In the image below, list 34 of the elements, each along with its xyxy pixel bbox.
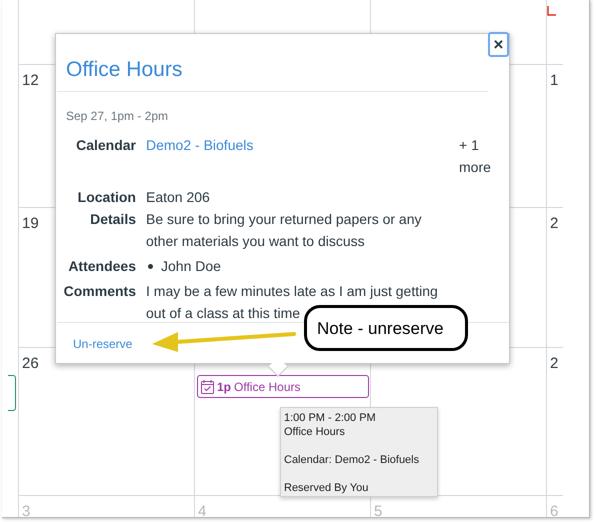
day-number: 2 bbox=[550, 354, 558, 374]
field-label: Details bbox=[89, 210, 136, 229]
field-label: Comments bbox=[62, 282, 136, 301]
day-number: 6 bbox=[550, 502, 558, 517]
attendee-name: John Doe bbox=[161, 257, 221, 276]
field-value: Be sure to bring your returned papers or any other materials you want to discuss bbox=[146, 210, 422, 251]
day-number: 26 bbox=[22, 354, 39, 374]
day-number: 3 bbox=[22, 502, 30, 517]
calendar-link[interactable]: Demo2 - Biofuels bbox=[146, 134, 446, 156]
unreserve-link[interactable]: Un-reserve bbox=[73, 335, 132, 353]
event-date: Sep 27, 1pm - 2pm bbox=[66, 108, 168, 125]
event-chip[interactable] bbox=[8, 375, 16, 411]
tooltip-line: Calendar: Demo2 - Biofuels bbox=[284, 453, 420, 467]
tooltip-line: Office Hours bbox=[284, 425, 346, 439]
field-label: Calendar bbox=[75, 136, 136, 155]
event-icon[interactable] bbox=[547, 6, 557, 16]
day-number: 4 bbox=[198, 502, 206, 517]
day-number: 19 bbox=[22, 214, 39, 234]
day-number: 1 bbox=[550, 71, 558, 91]
calendar-event[interactable]: 1p Office Hours bbox=[197, 375, 369, 398]
more-link[interactable]: + 1 more bbox=[459, 134, 495, 178]
field-value: Eaton 206 bbox=[146, 188, 211, 207]
day-number: 2 bbox=[550, 214, 558, 234]
bullet-icon bbox=[148, 264, 153, 268]
tooltip-line: Reserved By You bbox=[284, 481, 370, 495]
day-number: 5 bbox=[374, 502, 382, 517]
day-number: 12 bbox=[22, 71, 39, 91]
field-label: Attendees bbox=[67, 257, 136, 276]
note-callout: Note - unreserve bbox=[304, 305, 468, 351]
calendar-check-icon bbox=[201, 380, 214, 394]
field-label: Location bbox=[76, 188, 136, 207]
popover-title: Office Hours bbox=[66, 57, 182, 83]
tooltip-line: 1:00 PM - 2:00 PM bbox=[284, 411, 377, 425]
close-button[interactable]: × bbox=[488, 32, 509, 57]
